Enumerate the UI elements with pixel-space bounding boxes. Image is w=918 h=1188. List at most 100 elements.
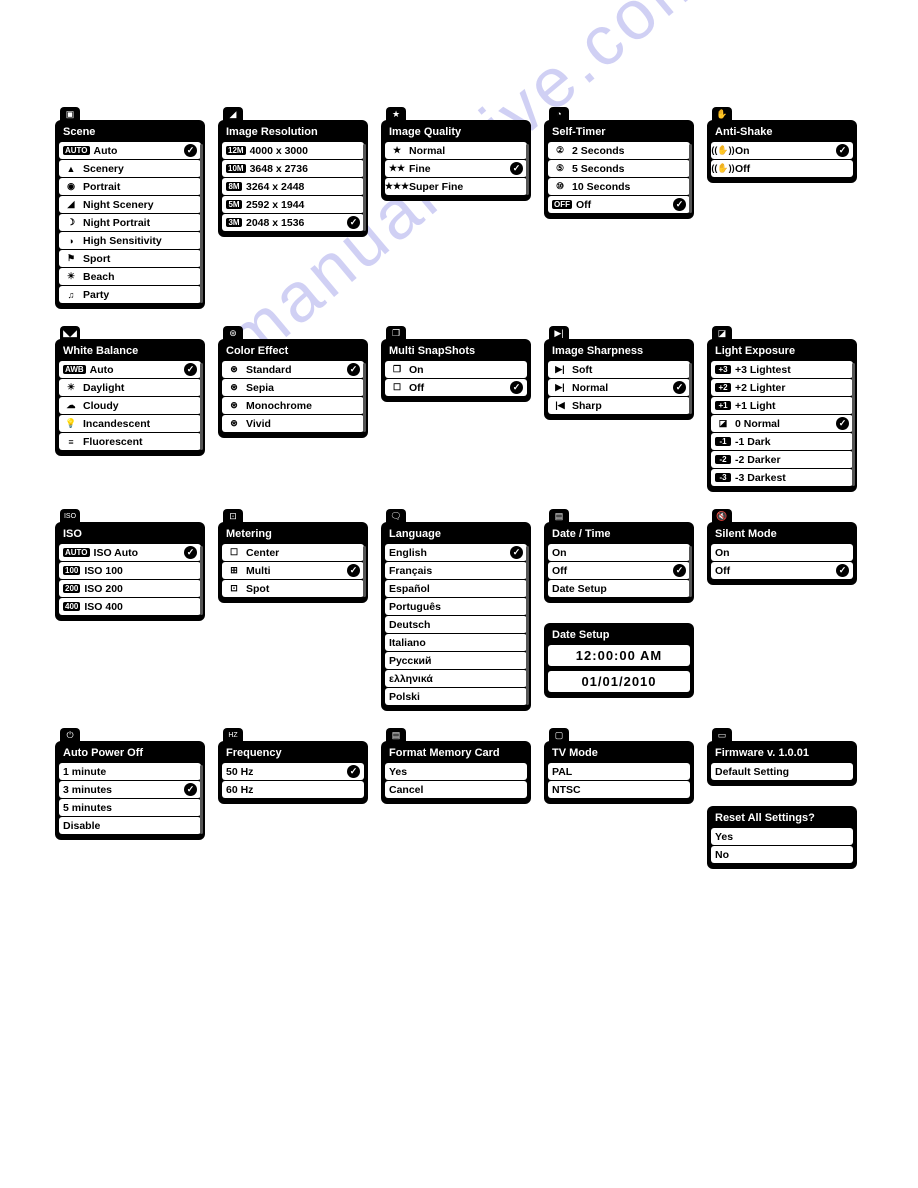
menu-item[interactable]: ⊛Standard✓ <box>222 361 364 378</box>
menu-items: ((✋))On✓((✋))Off <box>711 142 853 179</box>
menu-item[interactable]: 5 minutes <box>59 799 201 816</box>
menu-item[interactable]: On <box>548 544 690 561</box>
menu-item[interactable]: 400ISO 400 <box>59 598 201 615</box>
menu-item[interactable]: 100ISO 100 <box>59 562 201 579</box>
date-value[interactable]: 01/01/2010 <box>548 671 690 692</box>
scrollbar[interactable] <box>200 363 203 450</box>
menu-item[interactable]: |◀Sharp <box>548 397 690 414</box>
menu-item[interactable]: ②2 Seconds <box>548 142 690 159</box>
menu-item[interactable]: ☽Night Portrait <box>59 214 201 231</box>
menu-item[interactable]: ★★Fine✓ <box>385 160 527 177</box>
menu-item[interactable]: ⑩10 Seconds <box>548 178 690 195</box>
menu-item[interactable]: ((✋))Off <box>711 160 853 177</box>
menu-item[interactable]: ☐Off✓ <box>385 379 527 396</box>
menu-item[interactable]: Español <box>385 580 527 597</box>
scrollbar[interactable] <box>526 546 529 705</box>
item-label: On <box>409 364 523 376</box>
scrollbar[interactable] <box>852 363 855 486</box>
scrollbar[interactable] <box>689 546 692 597</box>
menu-item[interactable]: ⊛Vivid <box>222 415 364 432</box>
menu-item[interactable]: 12M4000 x 3000 <box>222 142 364 159</box>
scrollbar[interactable] <box>363 363 366 432</box>
menu-item[interactable]: ☐Center <box>222 544 364 561</box>
menu-item[interactable]: -1-1 Dark <box>711 433 853 450</box>
scrollbar[interactable] <box>363 546 366 597</box>
scrollbar[interactable] <box>200 765 203 834</box>
menu-item[interactable]: ◑High Sensitivity <box>59 232 201 249</box>
menu-items: YesCancel <box>385 763 527 800</box>
menu-item[interactable]: 3M2048 x 1536✓ <box>222 214 364 231</box>
menu-item[interactable]: ◪0 Normal✓ <box>711 415 853 432</box>
menu-item[interactable]: NTSC <box>548 781 690 798</box>
scrollbar[interactable] <box>689 144 692 213</box>
menu-item[interactable]: AUTOISO Auto✓ <box>59 544 201 561</box>
menu-item[interactable]: 1 minute <box>59 763 201 780</box>
menu-item[interactable]: English✓ <box>385 544 527 561</box>
menu-item[interactable]: 5M2592 x 1944 <box>222 196 364 213</box>
menu-item[interactable]: ▲Scenery <box>59 160 201 177</box>
menu-item[interactable]: Cancel <box>385 781 527 798</box>
menu-item[interactable]: +2+2 Lighter <box>711 379 853 396</box>
menu-item[interactable]: -3-3 Darkest <box>711 469 853 486</box>
menu-item[interactable]: Date Setup <box>548 580 690 597</box>
menu-item[interactable]: 200ISO 200 <box>59 580 201 597</box>
menu-item[interactable]: ▶|Soft <box>548 361 690 378</box>
scrollbar[interactable] <box>200 546 203 615</box>
menu-item[interactable]: ◉Portrait <box>59 178 201 195</box>
menu-item[interactable]: Português <box>385 598 527 615</box>
scrollbar[interactable] <box>363 144 366 231</box>
menu-item[interactable]: On <box>711 544 853 561</box>
menu-item[interactable]: AUTOAuto✓ <box>59 142 201 159</box>
menu-item[interactable]: ⑤5 Seconds <box>548 160 690 177</box>
menu-item[interactable]: ▶|Normal✓ <box>548 379 690 396</box>
menu-item[interactable]: 3 minutes✓ <box>59 781 201 798</box>
menu-item[interactable]: Русский <box>385 652 527 669</box>
panel-format: ▤Format Memory CardYesCancel <box>381 741 531 804</box>
menu-item[interactable]: ≡Fluorescent <box>59 433 201 450</box>
menu-item[interactable]: No <box>711 846 853 863</box>
menu-item[interactable]: Off✓ <box>711 562 853 579</box>
menu-item[interactable]: Default Setting <box>711 763 853 780</box>
menu-items: English✓FrançaisEspañolPortuguêsDeutschI… <box>385 544 527 707</box>
menu-item[interactable]: ❐On <box>385 361 527 378</box>
menu-item[interactable]: Disable <box>59 817 201 834</box>
menu-item[interactable]: 60 Hz <box>222 781 364 798</box>
menu-item[interactable]: Deutsch <box>385 616 527 633</box>
menu-item[interactable]: ((✋))On✓ <box>711 142 853 159</box>
menu-item[interactable]: ελληνικά <box>385 670 527 687</box>
menu-item[interactable]: 10M3648 x 2736 <box>222 160 364 177</box>
menu-item[interactable]: 💡Incandescent <box>59 415 201 432</box>
menu-item[interactable]: ★Normal <box>385 142 527 159</box>
time-value[interactable]: 12:00:00 AM <box>548 645 690 666</box>
menu-item[interactable]: ☀Beach <box>59 268 201 285</box>
menu-item[interactable]: PAL <box>548 763 690 780</box>
scrollbar[interactable] <box>689 363 692 414</box>
menu-item[interactable]: AWBAuto✓ <box>59 361 201 378</box>
scrollbar[interactable] <box>200 144 203 303</box>
item-label: Multi <box>246 565 343 577</box>
item-label: +3 Lightest <box>735 364 849 376</box>
menu-item[interactable]: 50 Hz✓ <box>222 763 364 780</box>
menu-item[interactable]: ⊛Sepia <box>222 379 364 396</box>
menu-item[interactable]: Yes <box>711 828 853 845</box>
menu-item[interactable]: Off✓ <box>548 562 690 579</box>
menu-item[interactable]: ⊛Monochrome <box>222 397 364 414</box>
scrollbar[interactable] <box>526 144 529 195</box>
menu-item[interactable]: -2-2 Darker <box>711 451 853 468</box>
menu-item[interactable]: Français <box>385 562 527 579</box>
menu-item[interactable]: ◢Night Scenery <box>59 196 201 213</box>
menu-item[interactable]: +1+1 Light <box>711 397 853 414</box>
menu-item[interactable]: Italiano <box>385 634 527 651</box>
menu-item[interactable]: ★★★Super Fine <box>385 178 527 195</box>
menu-item[interactable]: Yes <box>385 763 527 780</box>
menu-item[interactable]: ⚑Sport <box>59 250 201 267</box>
menu-item[interactable]: ⊞Multi✓ <box>222 562 364 579</box>
menu-item[interactable]: OFFOff✓ <box>548 196 690 213</box>
menu-item[interactable]: ☁Cloudy <box>59 397 201 414</box>
menu-item[interactable]: 8M3264 x 2448 <box>222 178 364 195</box>
menu-item[interactable]: Polski <box>385 688 527 705</box>
menu-item[interactable]: ⊡Spot <box>222 580 364 597</box>
menu-item[interactable]: +3+3 Lightest <box>711 361 853 378</box>
menu-item[interactable]: ☀Daylight <box>59 379 201 396</box>
menu-item[interactable]: ♫Party <box>59 286 201 303</box>
